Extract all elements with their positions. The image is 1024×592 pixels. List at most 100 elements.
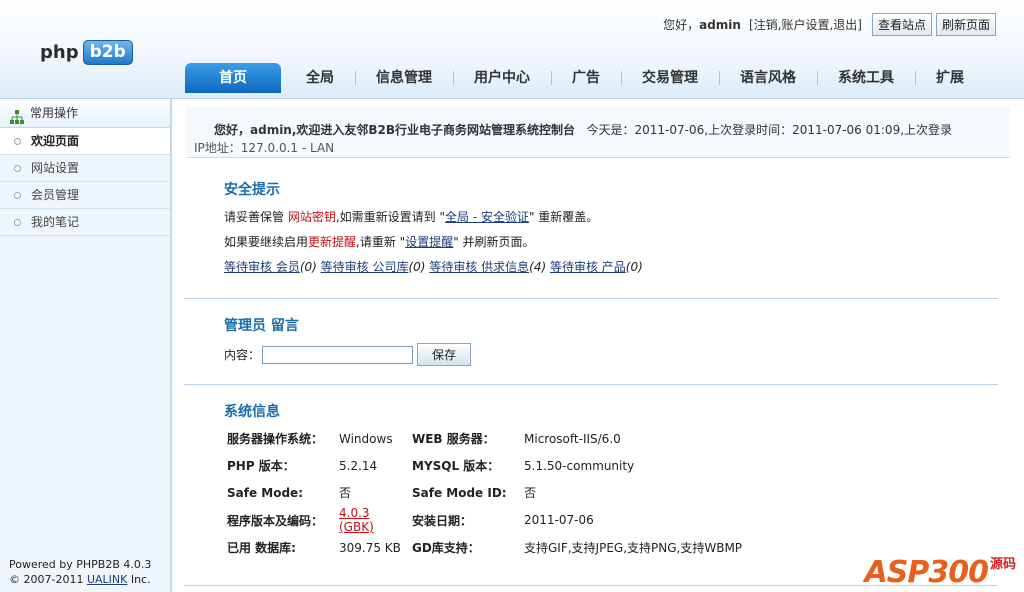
save-note-button[interactable]: 保存 xyxy=(417,343,472,366)
security-title: 安全提示 xyxy=(224,182,280,198)
system-info-title: 系统信息 xyxy=(224,404,280,420)
info-value: 2011-07-06 xyxy=(524,513,594,527)
info-key: MYSQL 版本： xyxy=(412,459,500,473)
powered-by-line: Powered by PHPB2B 4.0.3 xyxy=(9,558,152,571)
info-key: 程序版本及编码： xyxy=(227,513,324,528)
note-content-label: 内容： xyxy=(224,348,261,362)
security-line-1: 请妥善保管 网站密钥,如需重新设置请到 "全局 - 安全验证" 重新覆盖。 xyxy=(224,210,599,224)
main-nav: 首页 全局 信息管理 用户中心 广告 交易管理 语言风格 系统工具 扩展 xyxy=(185,63,985,93)
sidebar-item-site-settings[interactable]: 网站设置 xyxy=(0,155,170,182)
sidebar-item-my-notes[interactable]: 我的笔记 xyxy=(0,209,170,236)
info-value: 否 xyxy=(524,486,537,500)
version-link[interactable]: 4.0.3 (GBK) xyxy=(339,506,374,534)
username: admin xyxy=(699,18,741,32)
sidebar-item-label: 我的笔记 xyxy=(31,215,80,229)
pending-count: (4) xyxy=(529,260,547,274)
info-key: Safe Mode: xyxy=(227,485,303,500)
ip-address: IP地址：127.0.0.1 - LAN xyxy=(194,141,335,155)
pending-companies-link[interactable]: 等待审核 公司库 xyxy=(321,260,409,274)
info-value: 4.0.3 (GBK) xyxy=(336,506,409,534)
sidebar-heading-label: 常用操作 xyxy=(30,106,79,120)
system-info-table: 服务器操作系统： Windows WEB 服务器： Microsoft-IIS/… xyxy=(224,425,745,561)
info-key: WEB 服务器： xyxy=(412,432,495,446)
table-row: 已用 数据库: 309.75 KB GD库支持： 支持GIF,支持JPEG,支持… xyxy=(224,534,745,561)
note-content-input[interactable] xyxy=(262,345,414,364)
view-site-button[interactable]: 查看站点 xyxy=(871,13,932,36)
welcome-line: 您好，admin,欢迎进入友邻B2B行业电子商务网站管理系统控制台 今天是：20… xyxy=(186,107,1010,141)
sidebar-item-label: 欢迎页面 xyxy=(31,134,80,148)
nav-tab-extensions[interactable]: 扩展 xyxy=(915,63,985,93)
sitemap-icon xyxy=(10,106,24,124)
main-content: 您好，admin,欢迎进入友邻B2B行业电子商务网站管理系统控制台 今天是：20… xyxy=(172,99,1024,592)
info-value: 309.75 KB xyxy=(339,540,401,555)
logo-php-text: php xyxy=(40,41,79,63)
nav-tab-info-management[interactable]: 信息管理 xyxy=(355,63,453,93)
admin-note-title: 管理员 留言 xyxy=(224,318,299,334)
header: php b2b 您好，admin [注销,账户设置,退出] 查看站点 刷新页面 … xyxy=(0,0,1024,99)
table-row: 服务器操作系统： Windows WEB 服务器： Microsoft-IIS/… xyxy=(224,425,745,452)
info-key: PHP 版本： xyxy=(227,459,295,473)
pending-review-line: 等待审核 会员(0) 等待审核 公司库(0) 等待审核 供求信息(4) 等待审核… xyxy=(224,255,998,280)
info-key: 已用 数据库: xyxy=(227,541,296,555)
pending-products-link[interactable]: 等待审核 产品 xyxy=(550,260,626,274)
info-key: GD库支持： xyxy=(412,541,480,555)
nav-tab-user-center[interactable]: 用户中心 xyxy=(453,63,551,93)
pending-trade-info-link[interactable]: 等待审核 供求信息 xyxy=(429,260,529,274)
table-row: 程序版本及编码： 4.0.3 (GBK) 安装日期： 2011-07-06 xyxy=(224,506,745,534)
bullet-icon xyxy=(14,137,21,145)
sidebar-item-label: 会员管理 xyxy=(31,188,80,202)
info-key: Safe Mode ID: xyxy=(412,485,507,500)
bullet-icon xyxy=(14,218,21,226)
watermark-suffix: 源码 xyxy=(989,557,1016,572)
refresh-page-button[interactable]: 刷新页面 xyxy=(935,13,996,36)
security-line-2: 如果要继续启用更新提醒,请重新 "设置提醒" 并刷新页面。 xyxy=(224,235,535,249)
pending-members-link[interactable]: 等待审核 会员 xyxy=(224,260,300,274)
powered-by: Powered by PHPB2B 4.0.3 © 2007-2011 UALI… xyxy=(9,557,151,587)
info-key: 安装日期： xyxy=(412,513,473,528)
bullet-icon xyxy=(14,191,21,199)
login-info: 今天是：2011-07-06,上次登录时间：2011-07-06 01:09,上… xyxy=(586,123,953,137)
nav-tab-ads[interactable]: 广告 xyxy=(551,63,621,93)
sidebar-item-label: 网站设置 xyxy=(31,161,80,175)
nav-tab-trade-management[interactable]: 交易管理 xyxy=(621,63,719,93)
logo[interactable]: php b2b xyxy=(40,38,133,66)
nav-tab-global[interactable]: 全局 xyxy=(285,63,355,93)
sidebar-item-member-management[interactable]: 会员管理 xyxy=(0,182,170,209)
info-key: 服务器操作系统： xyxy=(227,432,324,446)
copyright-line: © 2007-2011 UALINK Inc. xyxy=(9,573,151,586)
watermark-logo: ASP300 xyxy=(864,555,989,590)
pending-count: (0) xyxy=(299,260,317,274)
welcome-banner: 您好，admin,欢迎进入友邻B2B行业电子商务网站管理系统控制台 今天是：20… xyxy=(186,107,1010,158)
table-row: Safe Mode: 否 Safe Mode ID: 否 xyxy=(224,479,745,506)
company-link[interactable]: UALINK xyxy=(87,573,127,586)
note-form: 内容： 保存 xyxy=(224,343,998,366)
info-value: 否 xyxy=(339,486,352,500)
pending-count: (0) xyxy=(625,260,643,274)
pending-count: (0) xyxy=(408,260,426,274)
asp300-watermark: ASP300 源码 xyxy=(865,553,1016,590)
security-verify-link[interactable]: 全局 - 安全验证 xyxy=(445,210,529,224)
update-reminder-text: 更新提醒 xyxy=(308,235,357,249)
nav-tab-home[interactable]: 首页 xyxy=(185,63,281,93)
sidebar-item-welcome[interactable]: 欢迎页面 xyxy=(0,128,170,155)
table-row: PHP 版本： 5.2.14 MYSQL 版本： 5.1.50-communit… xyxy=(224,452,745,479)
info-value: 5.1.50-community xyxy=(524,458,635,473)
nav-tab-system-tools[interactable]: 系统工具 xyxy=(817,63,915,93)
info-value: 5.2.14 xyxy=(339,458,378,473)
account-links[interactable]: [注销,账户设置,退出] xyxy=(749,16,862,33)
logo-b2b-badge: b2b xyxy=(82,39,133,65)
nav-tab-language-style[interactable]: 语言风格 xyxy=(719,63,817,93)
info-value: Windows xyxy=(339,431,393,446)
site-key-text: 网站密钥 xyxy=(287,210,336,224)
info-value: Microsoft-IIS/6.0 xyxy=(524,431,621,446)
top-user-bar: 您好，admin [注销,账户设置,退出] 查看站点 刷新页面 xyxy=(663,13,996,36)
bullet-icon xyxy=(14,164,21,172)
sidebar: 常用操作 欢迎页面 网站设置 会员管理 我的笔记 Powered by PHPB… xyxy=(0,99,172,592)
info-value: 支持GIF,支持JPEG,支持PNG,支持WBMP xyxy=(524,541,743,555)
set-reminder-link[interactable]: 设置提醒 xyxy=(405,235,453,249)
security-section: 安全提示 请妥善保管 网站密钥,如需重新设置请到 "全局 - 安全验证" 重新覆… xyxy=(184,171,998,299)
admin-note-section: 管理员 留言 内容： 保存 xyxy=(184,299,998,385)
welcome-greeting: 您好，admin,欢迎进入友邻B2B行业电子商务网站管理系统控制台 xyxy=(214,123,576,137)
user-greeting: 您好，admin xyxy=(663,18,741,32)
sidebar-heading: 常用操作 xyxy=(0,99,170,128)
